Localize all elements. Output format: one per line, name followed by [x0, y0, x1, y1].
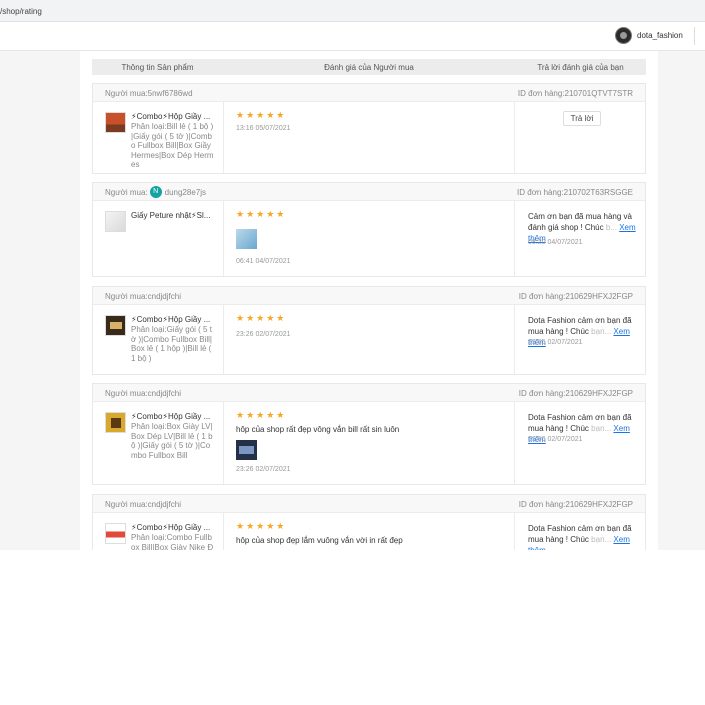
reply-cell: Trả lời — [516, 102, 647, 173]
review-card-header: Người mua:cndjdjfchi ID đơn hàng:210629H… — [93, 384, 645, 402]
buyer-name: Người mua:cndjdjfchi — [105, 389, 181, 398]
order-id: ID đơn hàng:210629HFXJ2FGP — [518, 389, 633, 398]
review-card-header: Người mua:cndjdjfchi ID đơn hàng:210629H… — [93, 287, 645, 305]
rating-time: 13:16 05/07/2021 — [236, 125, 291, 132]
product-variation: Phân loại:Combo Fullbox Bill|Box Giày Ni… — [131, 533, 214, 550]
review-card: Người mua:5nwf6786wd ID đơn hàng:210701Q… — [92, 83, 646, 174]
rating-panel: Thông tin Sản phẩm Đánh giá của Người mu… — [80, 51, 658, 550]
buyer-avatar: N — [149, 186, 162, 198]
reply-time: 08:20 04/07/2021 — [528, 239, 583, 246]
order-id: ID đơn hàng:210629HFXJ2FGP — [518, 292, 633, 301]
review-card-body: ⚡Combo⚡Hộp Giầy ... Phân loại:Bill lẻ ( … — [93, 102, 645, 173]
product-name[interactable]: Giấy Peture nhật⚡Sl... — [131, 211, 219, 220]
star-rating: ★★★★★ — [236, 110, 287, 120]
buyer-rating: ★★★★★ 06:41 04/07/2021 — [224, 201, 515, 276]
review-card: Người mua:cndjdjfchi ID đơn hàng:210629H… — [92, 286, 646, 375]
buyer-name: Người mua:cndjdjfchi — [105, 292, 181, 301]
product-name[interactable]: ⚡Combo⚡Hộp Giầy ... — [131, 412, 219, 421]
buyer-name: dung28e7js — [164, 188, 206, 198]
top-header: dota_fashion — [0, 22, 705, 51]
star-rating: ★★★★★ — [236, 313, 287, 323]
buyer-rating: ★★★★★ 13:16 05/07/2021 — [224, 102, 515, 173]
order-id: ID đơn hàng:210702T63RSGGE — [517, 188, 633, 197]
review-card-body: ⚡Combo⚡Hộp Giầy ... Phân loại:Box Giày L… — [93, 402, 645, 484]
review-card: Người mua: Ndung28e7js ID đơn hàng:210702… — [92, 182, 646, 277]
reply-text-faded: b... — [605, 223, 617, 232]
product-variation: Phân loại:Box Giày LV|Box Dép LV|Bill lẻ… — [131, 422, 213, 460]
col-header-product: Thông tin Sản phẩm — [121, 63, 194, 72]
rating-time: 23:26 02/07/2021 — [236, 466, 291, 473]
shop-avatar[interactable] — [615, 27, 632, 44]
review-card-body: ⚡Combo⚡Hộp Giầy ... Phân loại:Giấy gói (… — [93, 305, 645, 374]
product-thumbnail[interactable] — [105, 211, 126, 232]
buyer-name: Người mua:5nwf6786wd — [105, 89, 193, 98]
url-text[interactable]: /shop/rating — [0, 7, 42, 16]
product-info: ⚡Combo⚡Hộp Giầy ... Phân loại:Combo Full… — [93, 513, 224, 550]
reply-time: 23:55 02/07/2021 — [528, 339, 583, 346]
review-card-body: ⚡Combo⚡Hộp Giầy ... Phân loại:Combo Full… — [93, 513, 645, 550]
product-name[interactable]: ⚡Combo⚡Hộp Giầy ... — [131, 112, 219, 121]
reply-text-faded: bạn... — [591, 535, 612, 544]
product-name[interactable]: ⚡Combo⚡Hộp Giầy ... — [131, 315, 219, 324]
review-card: Người mua:cndjdjfchi ID đơn hàng:210629H… — [92, 383, 646, 485]
seller-reply: Dota Fashion cảm ơn bạn đã mua hàng ! Ch… — [528, 523, 640, 550]
table-header: Thông tin Sản phẩm Đánh giá của Người mu… — [92, 59, 646, 75]
product-variation: Phân loại:Giấy gói ( 5 tờ )|Combo Fullbo… — [131, 325, 212, 363]
review-card-body: Giấy Peture nhật⚡Sl... ★★★★★ 06:41 04/07… — [93, 201, 645, 276]
buyer-rating: ★★★★★ hôp của shop đẹp lắm vuông vắn vời… — [224, 513, 515, 550]
col-header-reply: Trả lời đánh giá của bạn — [537, 63, 624, 72]
review-comment: hôp của shop rất đẹp vông vắn bill rất s… — [236, 425, 400, 434]
star-rating: ★★★★★ — [236, 209, 287, 219]
review-card: Người mua:cndjdjfchi ID đơn hàng:210629H… — [92, 494, 646, 550]
review-photo[interactable] — [236, 440, 257, 460]
product-thumbnail[interactable] — [105, 523, 126, 544]
buyer-label: Người mua: — [105, 188, 148, 198]
shop-username[interactable]: dota_fashion — [637, 31, 683, 40]
product-thumbnail[interactable] — [105, 112, 126, 133]
reply-text-faded: bạn... — [591, 327, 612, 336]
product-name[interactable]: ⚡Combo⚡Hộp Giầy ... — [131, 523, 219, 532]
product-info: Giấy Peture nhật⚡Sl... — [93, 201, 224, 276]
reply-text: Cảm ơn bạn đã mua hàng và đánh giá shop … — [528, 212, 632, 232]
product-info: ⚡Combo⚡Hộp Giầy ... Phân loại:Giấy gói (… — [93, 305, 224, 374]
reply-cell: Dota Fashion cảm ơn bạn đã mua hàng ! Ch… — [516, 305, 647, 374]
buyer-rating: ★★★★★ 23:26 02/07/2021 — [224, 305, 515, 374]
browser-url-bar[interactable]: /shop/rating — [0, 0, 705, 22]
review-photo[interactable] — [236, 229, 257, 249]
header-divider — [694, 27, 695, 45]
review-card-header: Người mua: Ndung28e7js ID đơn hàng:210702… — [93, 183, 645, 201]
star-rating: ★★★★★ — [236, 410, 287, 420]
product-thumbnail[interactable] — [105, 315, 126, 336]
review-card-header: Người mua:cndjdjfchi ID đơn hàng:210629H… — [93, 495, 645, 513]
star-rating: ★★★★★ — [236, 521, 287, 531]
buyer-name: Người mua:cndjdjfchi — [105, 500, 181, 509]
review-card-header: Người mua:5nwf6786wd ID đơn hàng:210701Q… — [93, 84, 645, 102]
rating-time: 23:26 02/07/2021 — [236, 331, 291, 338]
order-id: ID đơn hàng:210701QTVT7STR — [517, 89, 633, 98]
reply-cell: Dota Fashion cảm ơn bạn đã mua hàng ! Ch… — [516, 513, 647, 550]
rating-time: 06:41 04/07/2021 — [236, 258, 291, 265]
review-comment: hôp của shop đẹp lắm vuông vắn vời in rấ… — [236, 536, 403, 545]
buyer-info: Người mua: Ndung28e7js — [105, 186, 206, 198]
reply-cell: Cảm ơn bạn đã mua hàng và đánh giá shop … — [516, 201, 647, 276]
main-content: Thông tin Sản phẩm Đánh giá của Người mu… — [0, 51, 705, 550]
reply-button[interactable]: Trả lời — [563, 111, 601, 126]
product-info: ⚡Combo⚡Hộp Giầy ... Phân loại:Box Giày L… — [93, 402, 224, 484]
reply-text-faded: bạn... — [591, 424, 612, 433]
product-variation: Phân loại:Bill lẻ ( 1 bộ )|Giấy gói ( 5 … — [131, 122, 214, 169]
product-thumbnail[interactable] — [105, 412, 126, 433]
reply-time: 23:56 02/07/2021 — [528, 436, 583, 443]
product-info: ⚡Combo⚡Hộp Giầy ... Phân loại:Bill lẻ ( … — [93, 102, 224, 173]
reply-cell: Dota Fashion cảm ơn bạn đã mua hàng ! Ch… — [516, 402, 647, 484]
col-header-rating: Đánh giá của Người mua — [324, 63, 414, 72]
buyer-rating: ★★★★★ hôp của shop rất đẹp vông vắn bill… — [224, 402, 515, 484]
order-id: ID đơn hàng:210629HFXJ2FGP — [518, 500, 633, 509]
